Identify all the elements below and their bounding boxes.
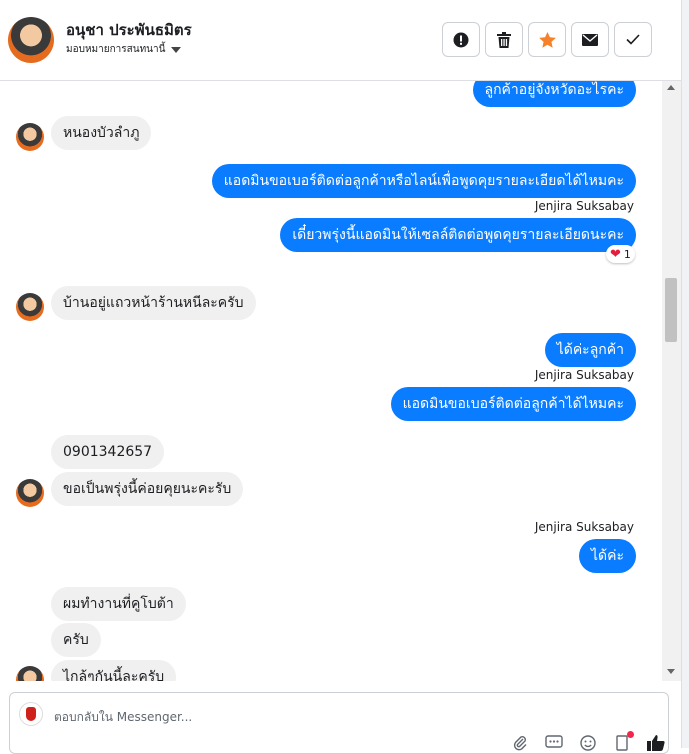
contact-avatar-small bbox=[16, 123, 44, 151]
message-bubble[interactable]: เดี๋ยวพรุ่งนี้แอดมินให้เซลล์ติดต่อพูดคุย… bbox=[280, 218, 636, 252]
contact-avatar[interactable] bbox=[8, 17, 54, 63]
scroll-down-arrow-icon[interactable] bbox=[667, 669, 675, 674]
reaction-badge[interactable]: ❤ 1 bbox=[606, 245, 635, 263]
message-bubble[interactable]: 0901342657 bbox=[51, 435, 165, 469]
message-bubble[interactable]: แอดมินขอเบอร์ติดต่อลูกค้าได้ไหมคะ bbox=[390, 387, 636, 421]
star-button[interactable] bbox=[528, 22, 566, 57]
contact-name[interactable]: อนุชา ประพันธมิตร bbox=[66, 18, 192, 42]
message-bubble[interactable]: ผมทำงานที่คูโบต้า bbox=[51, 587, 186, 621]
composer-tools bbox=[510, 731, 666, 751]
star-icon bbox=[538, 31, 556, 48]
alert-circle-icon bbox=[453, 32, 469, 47]
sender-name: Jenjira Suksabay bbox=[534, 199, 634, 213]
message-bubble[interactable]: บ้านอยู่แถวหน้าร้านหนีละครับ bbox=[51, 286, 256, 320]
message-bubble[interactable]: ได้ค่ะลูกค้า bbox=[544, 333, 636, 367]
message-bubble[interactable]: ไกล้ๆกันนี้ละครับ bbox=[51, 660, 177, 681]
saved-replies-button[interactable] bbox=[544, 735, 564, 751]
trash-icon bbox=[497, 31, 511, 48]
payment-button[interactable] bbox=[612, 731, 634, 751]
message-bubble[interactable]: ขอเป็นพรุ่งนี้ค่อยคุยนะคะรับ bbox=[51, 472, 244, 506]
delete-button[interactable] bbox=[485, 22, 523, 57]
paperclip-icon bbox=[513, 736, 527, 751]
reaction-count: 1 bbox=[623, 247, 631, 261]
scrollbar-thumb[interactable] bbox=[665, 278, 677, 342]
message-bubble[interactable]: ได้ค่ะ bbox=[578, 539, 636, 573]
message-thread[interactable]: ลูกค้าอยู่จังหวัดอะไรคะ หนองบัวลำภู แอดม… bbox=[0, 81, 681, 681]
contact-avatar-small bbox=[16, 666, 44, 681]
scroll-up-arrow-icon[interactable] bbox=[667, 85, 675, 90]
spam-button[interactable] bbox=[442, 22, 480, 57]
notification-dot bbox=[627, 731, 634, 738]
panel-edge bbox=[681, 0, 689, 748]
contact-avatar-small bbox=[16, 293, 44, 321]
caret-down-icon bbox=[171, 46, 182, 53]
assign-label: มอบหมายการสนทนานี้ bbox=[66, 44, 166, 55]
checkmark-icon bbox=[626, 34, 640, 45]
chat-dots-icon bbox=[545, 735, 563, 748]
thread-scrollbar[interactable] bbox=[662, 81, 681, 681]
sender-name: Jenjira Suksabay bbox=[534, 368, 634, 382]
thumbs-up-icon bbox=[647, 735, 665, 751]
envelope-icon bbox=[582, 33, 598, 46]
emoji-button[interactable] bbox=[578, 735, 598, 751]
reply-input[interactable]: ตอบกลับใน Messenger... bbox=[54, 708, 192, 727]
message-bubble[interactable]: หนองบัวลำภู bbox=[51, 116, 152, 150]
message-bubble[interactable]: ครับ bbox=[51, 623, 101, 657]
heart-icon: ❤ bbox=[610, 246, 621, 262]
sender-name: Jenjira Suksabay bbox=[534, 520, 634, 534]
smiley-icon bbox=[580, 735, 596, 751]
conversation-header: อนุชา ประพันธมิตร มอบหมายการสนทนานี้ bbox=[0, 0, 681, 81]
mark-done-button[interactable] bbox=[614, 22, 652, 57]
reply-composer[interactable]: ตอบกลับใน Messenger... bbox=[9, 692, 669, 754]
message-bubble[interactable]: แอดมินขอเบอร์ติดต่อลูกค้าหรือไลน์เพื่อพู… bbox=[211, 164, 636, 198]
page-avatar bbox=[19, 702, 43, 726]
assign-conversation-dropdown[interactable]: มอบหมายการสนทนานี้ bbox=[66, 42, 182, 57]
contact-avatar-small bbox=[16, 479, 44, 507]
mark-unread-button[interactable] bbox=[571, 22, 609, 57]
attach-button[interactable] bbox=[510, 735, 530, 751]
document-icon bbox=[616, 735, 628, 751]
conversation-actions bbox=[442, 22, 652, 57]
message-bubble[interactable]: ลูกค้าอยู่จังหวัดอะไรคะ bbox=[472, 81, 636, 107]
like-button[interactable] bbox=[646, 735, 666, 751]
